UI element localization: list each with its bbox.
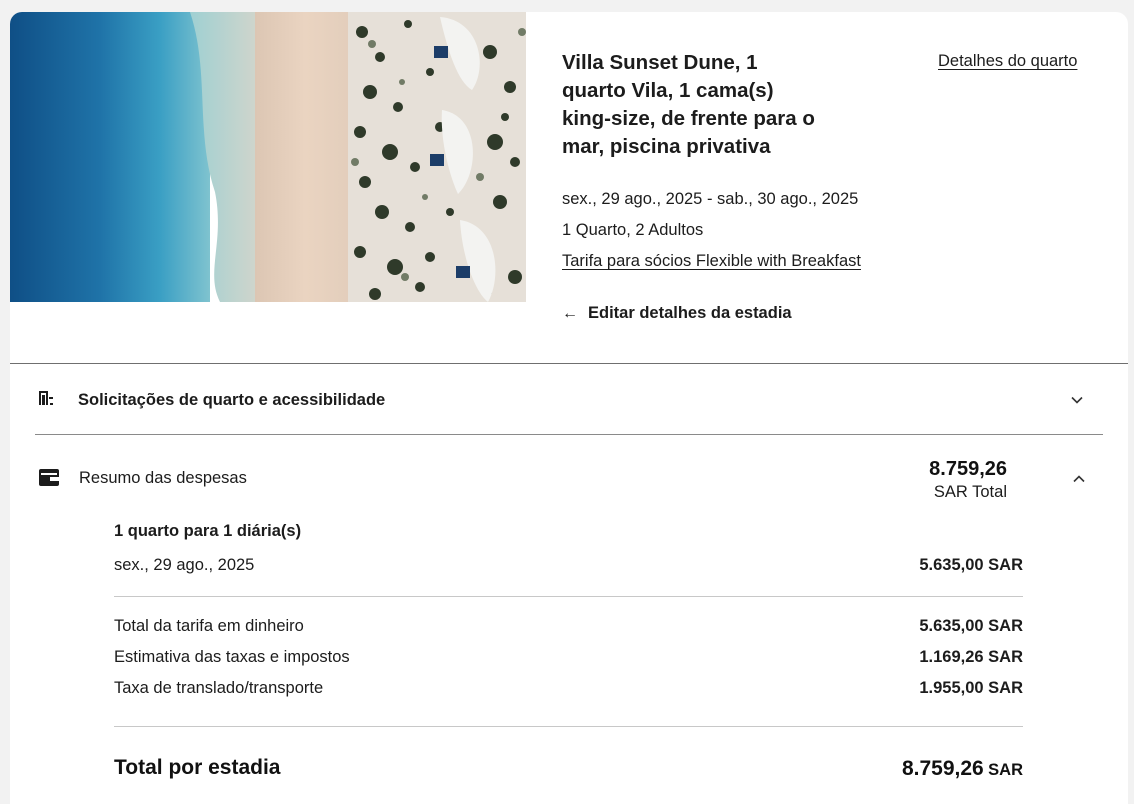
- room-details-link[interactable]: Detalhes do quarto: [938, 52, 1077, 71]
- stay-dates: sex., 29 ago., 2025 - sab., 30 ago., 202…: [562, 190, 859, 208]
- divider: [114, 596, 1023, 597]
- fee-label: Estimativa das taxas e impostos: [114, 648, 350, 666]
- booking-summary-card: Villa Sunset Dune, 1 quarto Vila, 1 cama…: [10, 12, 1128, 804]
- rooms-heading: 1 quarto para 1 diária(s): [114, 522, 302, 540]
- grand-total-label: Total por estadia: [114, 756, 281, 779]
- summary-total-amount: 8.759,26: [929, 458, 1007, 480]
- wallet-icon: [39, 469, 59, 491]
- expense-summary-header[interactable]: Resumo das despesas 8.759,26 SAR Total: [10, 452, 1128, 512]
- rate-link[interactable]: Tarifa para sócios Flexible with Breakfa…: [562, 252, 861, 271]
- divider: [114, 726, 1023, 727]
- chevron-up-icon[interactable]: [1072, 472, 1086, 486]
- fee-amount: 5.635,00 SAR: [919, 617, 1023, 635]
- grand-total-currency: SAR: [988, 761, 1023, 779]
- grand-total-value: 8.759,26 SAR: [902, 757, 1023, 781]
- occupancy: 1 Quarto, 2 Adultos: [562, 221, 704, 239]
- chevron-down-icon[interactable]: [1070, 393, 1084, 407]
- edit-stay-button[interactable]: ← Editar detalhes da estadia: [562, 304, 792, 323]
- requests-label: Solicitações de quarto e acessibilidade: [78, 391, 386, 409]
- room-title: Villa Sunset Dune, 1 quarto Vila, 1 cama…: [562, 51, 815, 158]
- edit-stay-label: Editar detalhes da estadia: [588, 304, 792, 322]
- night-date: sex., 29 ago., 2025: [114, 556, 255, 574]
- fee-label: Total da tarifa em dinheiro: [114, 617, 304, 635]
- night-amount: 5.635,00 SAR: [919, 556, 1023, 574]
- expense-summary-label: Resumo das despesas: [79, 469, 247, 487]
- door-icon: [38, 390, 54, 411]
- grand-total-amount: 8.759,26: [901, 757, 984, 780]
- summary-total-currency: SAR Total: [933, 483, 1007, 501]
- requests-accordion[interactable]: Solicitações de quarto e acessibilidade: [10, 364, 1128, 434]
- fee-amount: 1.169,26 SAR: [919, 648, 1023, 666]
- room-photo: [10, 12, 526, 302]
- arrow-left-icon: ←: [562, 304, 578, 322]
- fee-amount: 1.955,00 SAR: [919, 679, 1023, 697]
- summary-total: 8.759,26 SAR Total: [929, 458, 1007, 504]
- divider: [35, 434, 1103, 435]
- fee-label: Taxa de translado/transporte: [114, 679, 324, 697]
